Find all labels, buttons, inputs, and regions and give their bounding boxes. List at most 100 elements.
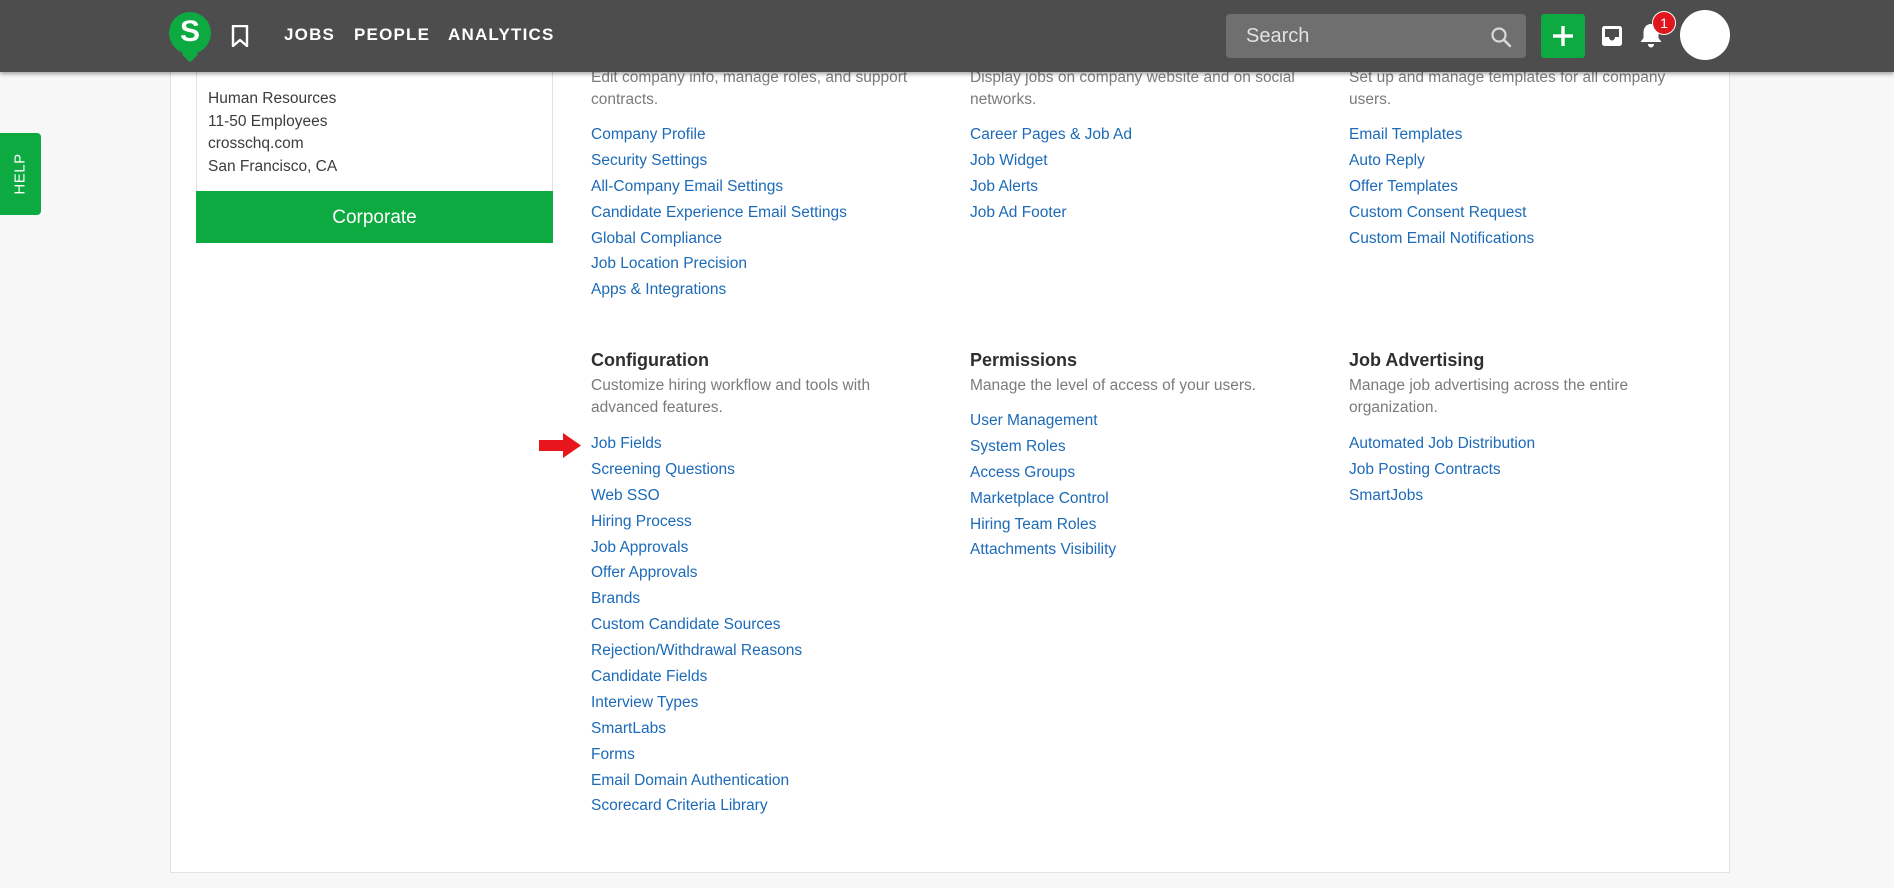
- plus-icon: [1553, 26, 1573, 46]
- scorecard-criteria-library-link[interactable]: Scorecard Criteria Library: [591, 797, 768, 814]
- custom-candidate-sources-link[interactable]: Custom Candidate Sources: [591, 616, 781, 633]
- email-templates-link[interactable]: Email Templates: [1349, 126, 1462, 143]
- hiring-team-roles-link[interactable]: Hiring Team Roles: [970, 516, 1096, 533]
- corporate-button[interactable]: Corporate: [196, 191, 553, 243]
- search-input[interactable]: [1226, 14, 1486, 58]
- job-location-precision-link[interactable]: Job Location Precision: [591, 255, 747, 272]
- company-settings-links: Company Profile Security Settings All-Co…: [591, 124, 847, 305]
- list-item: Global Compliance: [591, 228, 847, 254]
- job-advertising-description: Manage job advertising across the entire…: [1349, 377, 1629, 416]
- list-item: Candidate Experience Email Settings: [591, 202, 847, 228]
- apps-integrations-link[interactable]: Apps & Integrations: [591, 281, 726, 298]
- auto-reply-link[interactable]: Auto Reply: [1349, 152, 1425, 169]
- list-item: Forms: [591, 744, 802, 770]
- list-item: Web SSO: [591, 485, 802, 511]
- list-item: Job Alerts: [970, 176, 1132, 202]
- list-item: Interview Types: [591, 692, 802, 718]
- configuration-heading: Configuration: [591, 350, 709, 370]
- smartjobs-link[interactable]: SmartJobs: [1349, 487, 1423, 504]
- templates-description: Set up and manage templates for all comp…: [1349, 69, 1666, 108]
- list-item: Career Pages & Job Ad: [970, 124, 1132, 150]
- hiring-process-link[interactable]: Hiring Process: [591, 513, 692, 530]
- configuration-links: Job Fields Screening Questions Web SSO H…: [591, 433, 802, 821]
- nav-people[interactable]: PEOPLE: [354, 25, 430, 45]
- list-item: Job Fields: [591, 433, 802, 459]
- interview-types-link[interactable]: Interview Types: [591, 694, 698, 711]
- help-tab[interactable]: HELP: [0, 133, 41, 215]
- search-icon[interactable]: [1490, 26, 1512, 48]
- system-roles-link[interactable]: System Roles: [970, 438, 1066, 455]
- list-item: Brands: [591, 588, 802, 614]
- user-management-link[interactable]: User Management: [970, 412, 1098, 429]
- attachments-visibility-link[interactable]: Attachments Visibility: [970, 541, 1116, 558]
- add-button[interactable]: [1541, 14, 1585, 58]
- list-item: Offer Approvals: [591, 562, 802, 588]
- configuration-description: Customize hiring workflow and tools with…: [591, 377, 871, 416]
- job-fields-link[interactable]: Job Fields: [591, 435, 662, 452]
- candidate-experience-email-settings-link[interactable]: Candidate Experience Email Settings: [591, 204, 847, 221]
- nav-analytics[interactable]: ANALYTICS: [448, 25, 555, 45]
- security-settings-link[interactable]: Security Settings: [591, 152, 707, 169]
- career-pages-job-ad-link[interactable]: Career Pages & Job Ad: [970, 126, 1132, 143]
- job-posting-contracts-link[interactable]: Job Posting Contracts: [1349, 461, 1501, 478]
- nav-jobs[interactable]: JOBS: [284, 25, 335, 45]
- bookmark-icon[interactable]: [230, 25, 250, 47]
- global-compliance-link[interactable]: Global Compliance: [591, 230, 722, 247]
- custom-email-notifications-link[interactable]: Custom Email Notifications: [1349, 230, 1534, 247]
- smartlabs-link[interactable]: SmartLabs: [591, 720, 666, 737]
- job-alerts-link[interactable]: Job Alerts: [970, 178, 1038, 195]
- permissions-links: User Management System Roles Access Grou…: [970, 410, 1116, 565]
- access-groups-link[interactable]: Access Groups: [970, 464, 1075, 481]
- job-advertising-heading: Job Advertising: [1349, 350, 1485, 370]
- company-location: San Francisco, CA: [208, 158, 338, 175]
- list-item: Apps & Integrations: [591, 279, 847, 305]
- list-item: Scorecard Criteria Library: [591, 795, 802, 821]
- brands-link[interactable]: Brands: [591, 590, 640, 607]
- notification-badge: 1: [1652, 11, 1676, 35]
- job-ad-footer-link[interactable]: Job Ad Footer: [970, 204, 1067, 221]
- list-item: SmartJobs: [1349, 485, 1535, 511]
- forms-link[interactable]: Forms: [591, 746, 635, 763]
- list-item: Screening Questions: [591, 459, 802, 485]
- list-item: User Management: [970, 410, 1116, 436]
- list-item: Auto Reply: [1349, 150, 1534, 176]
- list-item: System Roles: [970, 436, 1116, 462]
- list-item: Attachments Visibility: [970, 539, 1116, 565]
- offer-templates-link[interactable]: Offer Templates: [1349, 178, 1458, 195]
- offer-approvals-link[interactable]: Offer Approvals: [591, 564, 698, 581]
- list-item: Candidate Fields: [591, 666, 802, 692]
- company-settings-description: Edit company info, manage roles, and sup…: [591, 69, 908, 108]
- job-approvals-link[interactable]: Job Approvals: [591, 539, 688, 556]
- permissions-heading: Permissions: [970, 350, 1078, 370]
- rejection-withdrawal-reasons-link[interactable]: Rejection/Withdrawal Reasons: [591, 642, 802, 659]
- candidate-fields-link[interactable]: Candidate Fields: [591, 668, 707, 685]
- list-item: Email Domain Authentication: [591, 770, 802, 796]
- search-box: [1226, 14, 1526, 58]
- list-item: Marketplace Control: [970, 488, 1116, 514]
- inbox-icon[interactable]: [1600, 24, 1624, 48]
- custom-consent-request-link[interactable]: Custom Consent Request: [1349, 204, 1526, 221]
- help-label: HELP: [11, 153, 29, 195]
- list-item: SmartLabs: [591, 718, 802, 744]
- all-company-email-settings-link[interactable]: All-Company Email Settings: [591, 178, 783, 195]
- screening-questions-link[interactable]: Screening Questions: [591, 461, 735, 478]
- list-item: Job Ad Footer: [970, 202, 1132, 228]
- list-item: All-Company Email Settings: [591, 176, 847, 202]
- web-sso-link[interactable]: Web SSO: [591, 487, 660, 504]
- job-widget-link[interactable]: Job Widget: [970, 152, 1048, 169]
- user-avatar[interactable]: [1680, 10, 1730, 60]
- marketplace-control-link[interactable]: Marketplace Control: [970, 490, 1109, 507]
- smartrecruiters-logo-icon[interactable]: S: [169, 12, 211, 54]
- list-item: Security Settings: [591, 150, 847, 176]
- list-item: Company Profile: [591, 124, 847, 150]
- automated-job-distribution-link[interactable]: Automated Job Distribution: [1349, 435, 1535, 452]
- list-item: Rejection/Withdrawal Reasons: [591, 640, 802, 666]
- top-navigation-bar: S JOBS PEOPLE ANALYTICS 1: [0, 0, 1894, 72]
- company-profile-link[interactable]: Company Profile: [591, 126, 706, 143]
- list-item: Job Widget: [970, 150, 1132, 176]
- company-website: crosschq.com: [208, 135, 304, 152]
- company-size: 11-50 Employees: [208, 113, 328, 130]
- list-item: Automated Job Distribution: [1349, 433, 1535, 459]
- email-domain-authentication-link[interactable]: Email Domain Authentication: [591, 772, 789, 789]
- templates-links: Email Templates Auto Reply Offer Templat…: [1349, 124, 1534, 253]
